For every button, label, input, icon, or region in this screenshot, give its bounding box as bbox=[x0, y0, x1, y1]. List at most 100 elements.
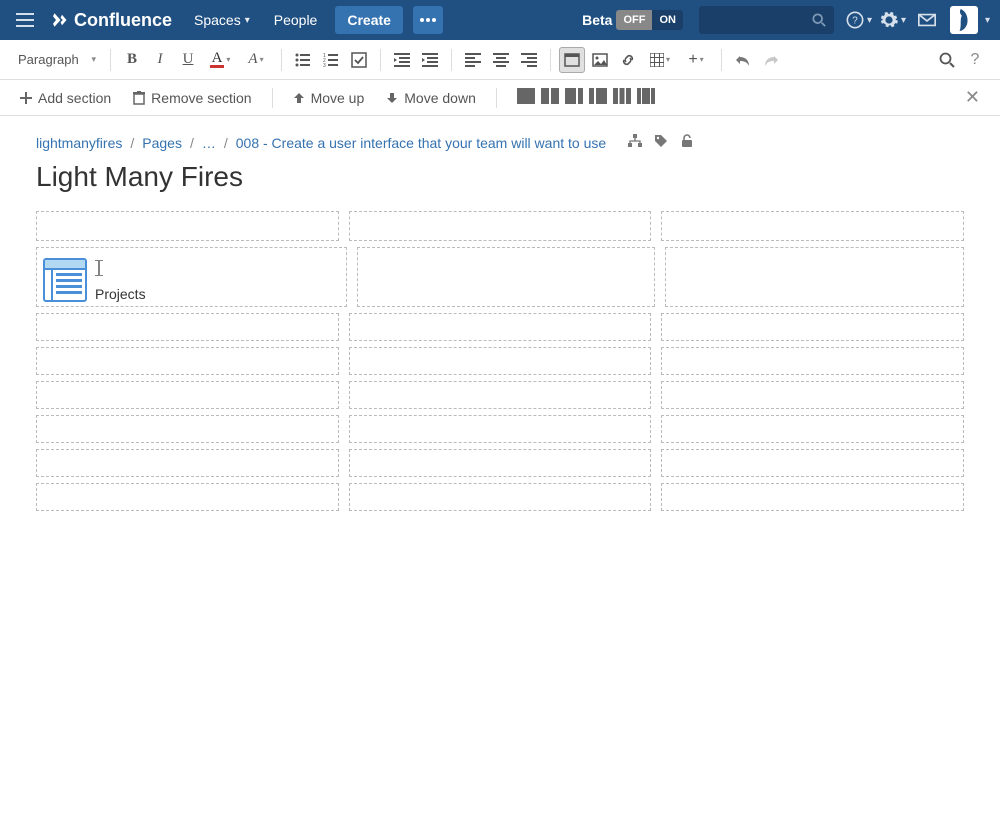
layout-grid[interactable]: Projects bbox=[36, 211, 964, 511]
insert-link-button[interactable] bbox=[615, 47, 641, 73]
page-layout-button[interactable] bbox=[559, 47, 585, 73]
insert-more-button[interactable]: +▾ bbox=[679, 47, 713, 73]
profile-avatar[interactable] bbox=[950, 6, 978, 34]
numbered-list-button[interactable]: 123 bbox=[318, 47, 344, 73]
editor-help-button[interactable]: ? bbox=[962, 47, 988, 73]
page-macro-icon[interactable] bbox=[43, 258, 87, 302]
layout-cell[interactable] bbox=[36, 415, 339, 443]
layout-cell[interactable] bbox=[349, 381, 652, 409]
add-section-button[interactable]: Add section bbox=[12, 86, 119, 110]
bulleted-list-button[interactable] bbox=[290, 47, 316, 73]
align-left-button[interactable] bbox=[460, 47, 486, 73]
layout-cell[interactable] bbox=[349, 347, 652, 375]
layout-cell[interactable]: Projects bbox=[36, 247, 347, 307]
breadcrumb-pages[interactable]: Pages bbox=[142, 135, 182, 151]
layout-cell[interactable] bbox=[661, 381, 964, 409]
beta-toggle[interactable]: OFF ON bbox=[616, 10, 683, 30]
beta-label: Beta bbox=[582, 12, 612, 28]
layout-cell[interactable] bbox=[36, 483, 339, 511]
layout-cell[interactable] bbox=[357, 247, 656, 307]
layout-cell[interactable] bbox=[661, 211, 964, 241]
breadcrumb: lightmanyfires / Pages / … / 008 - Creat… bbox=[36, 134, 964, 151]
redo-button[interactable] bbox=[758, 47, 784, 73]
search-icon bbox=[812, 13, 826, 27]
layout-cell[interactable] bbox=[665, 247, 964, 307]
product-name: Confluence bbox=[74, 10, 172, 31]
underline-button[interactable]: U bbox=[175, 47, 201, 73]
layout-cell[interactable] bbox=[36, 211, 339, 241]
caret-down-icon: ▾ bbox=[700, 55, 704, 64]
italic-button[interactable]: I bbox=[147, 47, 173, 73]
layout-cell[interactable] bbox=[36, 381, 339, 409]
breadcrumb-current[interactable]: 008 - Create a user interface that your … bbox=[236, 135, 606, 151]
text-color-button[interactable]: A▾ bbox=[203, 47, 237, 73]
layout-cell[interactable] bbox=[661, 347, 964, 375]
help-icon[interactable]: ? ▾ bbox=[844, 0, 874, 40]
text-cursor-icon bbox=[95, 260, 103, 276]
page-tree-icon[interactable] bbox=[628, 134, 642, 151]
align-center-button[interactable] bbox=[488, 47, 514, 73]
bold-button[interactable]: B bbox=[119, 47, 145, 73]
restrictions-icon[interactable] bbox=[680, 134, 694, 151]
layout-2col-button[interactable] bbox=[541, 88, 559, 107]
beta-toggle-group: Beta OFF ON bbox=[582, 10, 683, 30]
layout-cell[interactable] bbox=[661, 415, 964, 443]
indent-button[interactable] bbox=[417, 47, 443, 73]
nav-people[interactable]: People bbox=[264, 0, 328, 40]
macro-label: Projects bbox=[95, 286, 146, 302]
task-list-button[interactable] bbox=[346, 47, 372, 73]
svg-text:3: 3 bbox=[323, 63, 326, 67]
create-more-button[interactable] bbox=[413, 6, 443, 34]
layout-cell[interactable] bbox=[349, 415, 652, 443]
layout-2col-left-button[interactable] bbox=[565, 88, 583, 107]
settings-icon[interactable]: ▾ bbox=[878, 0, 908, 40]
outdent-button[interactable] bbox=[389, 47, 415, 73]
layout-cell[interactable] bbox=[349, 449, 652, 477]
remove-section-button[interactable]: Remove section bbox=[125, 86, 259, 110]
app-switcher-icon[interactable] bbox=[10, 0, 40, 40]
caret-down-icon: ▾ bbox=[666, 55, 670, 64]
quick-search[interactable] bbox=[699, 6, 834, 34]
insert-table-button[interactable]: ▾ bbox=[643, 47, 677, 73]
layout-cell[interactable] bbox=[349, 483, 652, 511]
layout-2col-right-button[interactable] bbox=[589, 88, 607, 107]
layout-1col-button[interactable] bbox=[517, 88, 535, 107]
find-replace-button[interactable] bbox=[934, 47, 960, 73]
undo-button[interactable] bbox=[730, 47, 756, 73]
caret-down-icon: ▾ bbox=[867, 15, 872, 26]
caret-down-icon: ▾ bbox=[91, 54, 96, 65]
nav-spaces[interactable]: Spaces▾ bbox=[184, 0, 260, 40]
caret-down-icon: ▾ bbox=[260, 55, 264, 64]
paragraph-style-select[interactable]: Paragraph▾ bbox=[12, 47, 102, 73]
move-up-button[interactable]: Move up bbox=[285, 86, 373, 110]
confluence-logo[interactable]: Confluence bbox=[50, 10, 172, 31]
format-toolbar: Paragraph▾ B I U A▾ A▾ 123 bbox=[0, 40, 1000, 80]
create-button[interactable]: Create bbox=[335, 6, 403, 34]
layout-cell[interactable] bbox=[36, 449, 339, 477]
section-toolbar: Add section Remove section Move up Move … bbox=[0, 80, 1000, 116]
notifications-icon[interactable] bbox=[912, 0, 942, 40]
move-down-button[interactable]: Move down bbox=[378, 86, 484, 110]
caret-down-icon: ▾ bbox=[901, 15, 906, 26]
layout-cell[interactable] bbox=[349, 211, 652, 241]
layout-cell[interactable] bbox=[661, 449, 964, 477]
close-section-toolbar-button[interactable]: ✕ bbox=[957, 87, 988, 108]
more-formatting-button[interactable]: A▾ bbox=[239, 47, 273, 73]
labels-icon[interactable] bbox=[654, 134, 668, 151]
breadcrumb-ellipsis[interactable]: … bbox=[202, 135, 216, 151]
layout-cell[interactable] bbox=[349, 313, 652, 341]
layout-cell[interactable] bbox=[661, 313, 964, 341]
layout-cell[interactable] bbox=[36, 347, 339, 375]
layout-3col-button[interactable] bbox=[613, 88, 631, 107]
caret-down-icon: ▾ bbox=[985, 15, 990, 26]
layout-cell[interactable] bbox=[36, 313, 339, 341]
layout-cell[interactable] bbox=[661, 483, 964, 511]
page-title[interactable]: Light Many Fires bbox=[36, 161, 964, 193]
caret-down-icon: ▾ bbox=[226, 55, 230, 64]
layout-3col-sidebars-button[interactable] bbox=[637, 88, 655, 107]
breadcrumb-space[interactable]: lightmanyfires bbox=[36, 135, 122, 151]
insert-files-button[interactable] bbox=[587, 47, 613, 73]
layout-options bbox=[517, 88, 655, 107]
align-right-button[interactable] bbox=[516, 47, 542, 73]
caret-down-icon: ▾ bbox=[245, 15, 250, 26]
